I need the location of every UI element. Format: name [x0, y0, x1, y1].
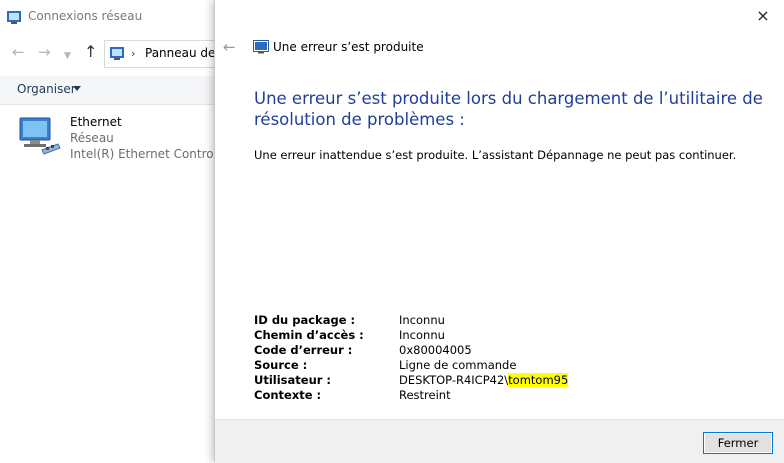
user-machine: DESKTOP-R4ICP42\ — [399, 373, 509, 387]
control-panel-icon — [110, 47, 124, 60]
error-heading: Une erreur s’est produite lors du charge… — [254, 89, 763, 129]
detail-row-error-code: Code d’erreur : 0x80004005 — [254, 343, 614, 358]
up-arrow-icon[interactable]: ↑ — [84, 44, 97, 60]
connection-item-ethernet[interactable]: Ethernet Réseau Intel(R) Ethernet Contro… — [14, 112, 233, 166]
error-message: Une erreur inattendue s’est produite. L’… — [254, 148, 737, 162]
back-arrow-icon[interactable]: ← — [12, 44, 25, 60]
package-id-label: ID du package : — [254, 313, 356, 327]
organize-menu[interactable]: Organiser — [17, 82, 76, 96]
troubleshooter-icon — [253, 40, 269, 54]
user-label: Utilisateur : — [254, 373, 332, 387]
user-name-highlighted: tomtom95 — [508, 373, 569, 387]
address-bar[interactable]: › Panneau de c — [104, 40, 226, 68]
recent-chevron-down-icon[interactable]: ▼ — [64, 48, 71, 64]
detail-row-user: Utilisateur : DESKTOP-R4ICP42\tomtom95 — [254, 373, 614, 388]
breadcrumb-chevron-icon: › — [131, 47, 136, 60]
explorer-title: Connexions réseau — [28, 9, 143, 23]
package-id-value: Inconnu — [399, 313, 445, 327]
control-panel-icon — [7, 11, 21, 24]
dialog-header-title: Une erreur s’est produite — [273, 40, 424, 54]
troubleshooter-dialog: × ← Une erreur s’est produite Une erreur… — [214, 0, 784, 463]
error-code-label: Code d’erreur : — [254, 343, 353, 357]
context-label: Contexte : — [254, 388, 322, 402]
error-code-value: 0x80004005 — [399, 343, 472, 357]
forward-arrow-icon[interactable]: → — [38, 44, 51, 60]
path-value: Inconnu — [399, 328, 445, 342]
detail-row-package-id: ID du package : Inconnu — [254, 313, 614, 328]
detail-row-context: Contexte : Restreint — [254, 388, 614, 403]
detail-row-path: Chemin d’accès : Inconnu — [254, 328, 614, 343]
error-details: ID du package : Inconnu Chemin d’accès :… — [254, 313, 614, 403]
close-button[interactable]: Fermer — [703, 432, 773, 454]
back-arrow-icon[interactable]: ← — [223, 38, 236, 56]
close-icon[interactable]: × — [753, 6, 773, 26]
path-label: Chemin d’accès : — [254, 328, 364, 342]
network-connection-icon — [19, 117, 61, 155]
context-value: Restreint — [399, 388, 451, 402]
connection-name: Ethernet — [70, 115, 122, 129]
source-value: Ligne de commande — [399, 358, 517, 372]
connection-status: Réseau — [70, 131, 114, 145]
source-label: Source : — [254, 358, 308, 372]
command-bar: Organiser — [0, 76, 216, 105]
detail-row-source: Source : Ligne de commande — [254, 358, 614, 373]
connection-adapter: Intel(R) Ethernet Controller — [70, 147, 233, 161]
user-value: DESKTOP-R4ICP42\tomtom95 — [399, 373, 569, 388]
caret-down-icon[interactable] — [73, 86, 81, 91]
dialog-footer: Fermer — [215, 419, 784, 463]
